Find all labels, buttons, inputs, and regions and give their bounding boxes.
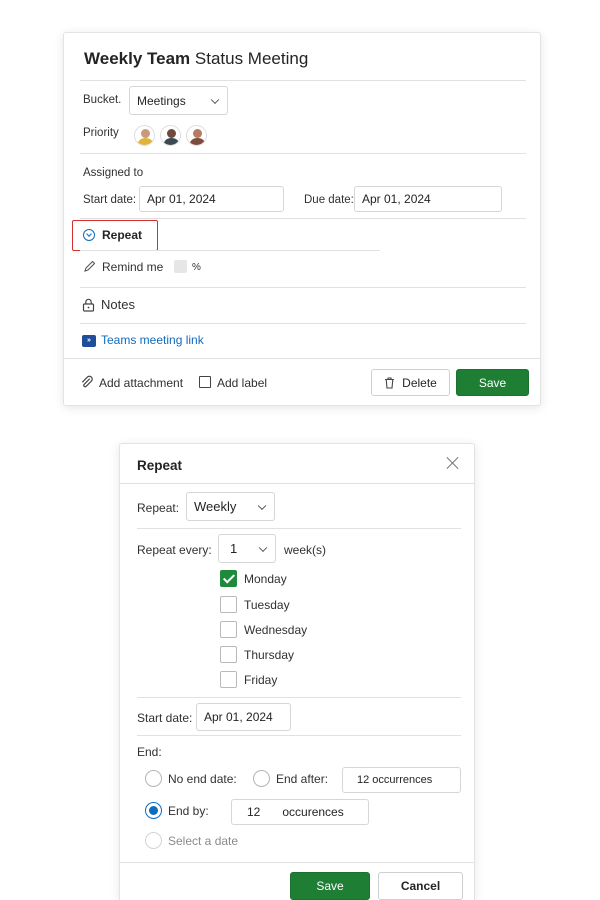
due-date-field[interactable]: Apr 01, 2024: [354, 186, 502, 212]
pencil-icon: [84, 260, 96, 272]
thursday-label: Thursday: [244, 648, 295, 662]
end-after-label: End after:: [276, 772, 329, 786]
repeat-frequency-label: Repeat:: [137, 501, 180, 515]
friday-label: Friday: [244, 673, 278, 687]
dialog-title: Repeat: [137, 458, 183, 473]
divider: [64, 358, 540, 359]
cancel-label: Cancel: [400, 879, 441, 893]
divider: [80, 218, 526, 219]
priority-label: Priority: [83, 127, 119, 139]
start-date-value: Apr 01, 2024: [147, 192, 216, 206]
start-date-label: Start date:: [83, 194, 137, 206]
repeat-dialog: Repeat Repeat: Weekly Repeat every: 1 we…: [119, 443, 475, 900]
bucket-value: Meetings: [137, 93, 186, 108]
close-icon[interactable]: [446, 456, 460, 470]
end-by-number: 12: [247, 805, 261, 819]
no-end-date-label: No end date:: [168, 772, 237, 786]
start-date-field[interactable]: Apr 01, 2024: [139, 186, 284, 212]
repeat-frequency-value: Weekly: [194, 499, 237, 514]
notes-label: Notes: [101, 297, 135, 312]
wednesday-label: Wednesday: [244, 623, 308, 637]
delete-label: Delete: [402, 375, 437, 390]
divider: [80, 323, 526, 324]
save-button[interactable]: Save: [290, 872, 370, 900]
no-end-date-radio[interactable]: [145, 770, 162, 787]
teams-icon: »: [82, 335, 96, 347]
avatar[interactable]: [160, 125, 181, 146]
remind-unit: %: [192, 262, 201, 273]
repeat-every-value: 1: [230, 541, 238, 556]
tuesday-checkbox[interactable]: [220, 596, 237, 613]
end-by-label: End by:: [168, 804, 209, 818]
repeat-every-label: Repeat every:: [137, 543, 212, 557]
tuesday-label: Tuesday: [244, 598, 290, 612]
end-after-value: 12 occurrences: [357, 774, 433, 786]
end-label: End:: [137, 745, 162, 759]
repeat-toggle[interactable]: Repeat: [72, 220, 158, 251]
divider: [120, 862, 474, 863]
repeat-frequency-select[interactable]: Weekly: [186, 492, 275, 521]
divider: [137, 528, 461, 529]
label-icon: [199, 376, 211, 388]
divider: [80, 153, 526, 154]
delete-button[interactable]: Delete: [371, 369, 450, 396]
remind-label: Remind me: [102, 260, 164, 274]
start-date-value: Apr 01, 2024: [204, 710, 273, 724]
select-date-radio[interactable]: [145, 832, 162, 849]
trash-icon: [385, 376, 395, 389]
save-label: Save: [478, 375, 507, 390]
start-date-field[interactable]: Apr 01, 2024: [196, 703, 291, 731]
repeat-every-unit: week(s): [284, 543, 327, 557]
chevron-down-icon: [257, 501, 267, 510]
end-by-radio[interactable]: [145, 802, 162, 819]
avatar[interactable]: [186, 125, 207, 146]
cancel-button[interactable]: Cancel: [378, 872, 463, 900]
wednesday-checkbox[interactable]: [220, 621, 237, 638]
end-by-field[interactable]: 12 occurences: [231, 799, 369, 825]
save-button[interactable]: Save: [456, 369, 529, 396]
remind-checkbox[interactable]: [174, 260, 187, 273]
divider: [80, 80, 526, 81]
divider: [137, 735, 461, 736]
monday-checkbox[interactable]: [220, 570, 237, 587]
add-attachment-button[interactable]: Add attachment: [99, 376, 183, 390]
add-label-button[interactable]: Add label: [217, 376, 267, 390]
end-by-unit: occurences: [282, 805, 344, 819]
bucket-label: Bucket.: [83, 94, 122, 106]
select-date-label: Select a date: [168, 834, 239, 848]
bucket-select[interactable]: Meetings: [129, 86, 228, 115]
chevron-down-icon: [258, 543, 268, 552]
teams-meeting-link[interactable]: Teams meeting link: [101, 333, 204, 347]
avatar[interactable]: [134, 125, 155, 146]
start-date-label: Start date:: [137, 711, 193, 725]
thursday-checkbox[interactable]: [220, 646, 237, 663]
due-date-label: Due date:: [304, 194, 354, 206]
save-label: Save: [316, 879, 344, 893]
task-card: Weekly Team Status Meeting Bucket. Meeti…: [63, 32, 541, 406]
divider: [120, 483, 474, 484]
repeat-label: Repeat: [102, 228, 143, 242]
assigned-label: Assigned to: [83, 167, 144, 179]
paperclip-icon: [82, 375, 93, 388]
task-title: Weekly Team Status Meeting: [84, 49, 309, 68]
divider: [80, 250, 380, 251]
friday-checkbox[interactable]: [220, 671, 237, 688]
divider: [137, 697, 461, 698]
end-after-radio[interactable]: [253, 770, 270, 787]
chevron-circle-icon: [83, 229, 95, 241]
due-date-value: Apr 01, 2024: [362, 192, 431, 206]
lock-icon: [82, 298, 95, 312]
divider: [80, 287, 526, 288]
monday-label: Monday: [244, 572, 287, 586]
chevron-down-icon: [210, 95, 220, 104]
repeat-every-select[interactable]: 1: [218, 534, 276, 563]
end-after-field[interactable]: 12 occurrences: [342, 767, 461, 793]
